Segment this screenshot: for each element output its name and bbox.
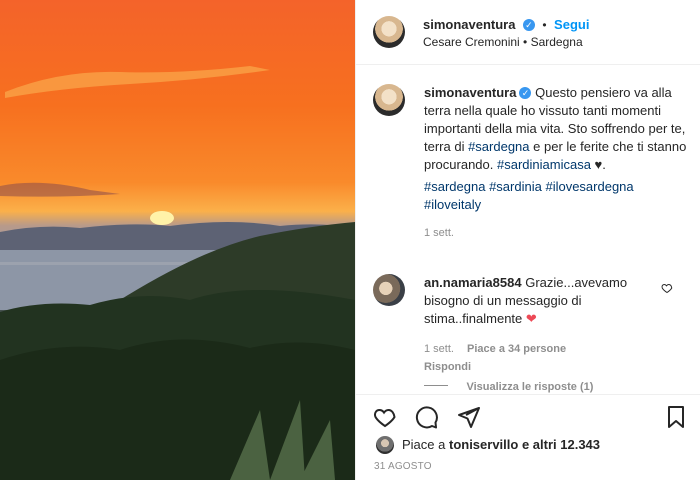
- liker-avatar[interactable]: [376, 436, 394, 454]
- author-username[interactable]: simonaventura: [423, 17, 515, 32]
- post-caption: simonaventura ✓ Questo pensiero va alla t…: [424, 84, 689, 242]
- author-line: simonaventura ✓ • Segui: [423, 16, 589, 34]
- comment-username[interactable]: an.namaria8584: [424, 275, 522, 290]
- verified-badge-icon: ✓: [519, 87, 532, 99]
- likes-user[interactable]: toniservillo: [449, 437, 518, 452]
- follow-button[interactable]: Segui: [554, 17, 589, 32]
- replies-line: [424, 385, 448, 387]
- share-icon[interactable]: [456, 405, 482, 429]
- post-location[interactable]: Cesare Cremonini • Sardegna: [423, 35, 583, 49]
- follow-separator: •: [542, 18, 547, 32]
- caption-hashtags: #sardegna #sardinia #ilovesardegna #ilov…: [424, 178, 689, 214]
- post-side-panel: simonaventura ✓ • Segui Cesare Cremonini…: [355, 0, 700, 480]
- author-avatar[interactable]: [373, 16, 405, 48]
- post-photo[interactable]: [0, 0, 355, 480]
- reply-button[interactable]: Rispondi: [424, 358, 664, 376]
- bookmark-icon[interactable]: [664, 405, 688, 429]
- post-date[interactable]: 31 AGOSTO: [374, 461, 432, 472]
- hashtag-link[interactable]: #sardiniamicasa: [497, 157, 591, 172]
- hashtag-link[interactable]: #sardinia: [489, 179, 542, 194]
- post-header: simonaventura ✓ • Segui Cesare Cremonini…: [356, 0, 700, 65]
- caption-username[interactable]: simonaventura: [424, 85, 516, 100]
- view-replies-label[interactable]: Visualizza le risposte (1): [466, 381, 593, 393]
- likes-prefix: Piace a: [402, 437, 449, 452]
- heart-icon[interactable]: [372, 405, 398, 429]
- red-heart-emoji: ❤: [525, 311, 537, 326]
- sunset-scene: [0, 66, 355, 480]
- instagram-post: simonaventura ✓ • Segui Cesare Cremonini…: [0, 0, 700, 480]
- verified-badge-icon: ✓: [522, 19, 535, 31]
- likes-summary[interactable]: Piace a toniservillo e altri 12.343: [402, 437, 600, 452]
- hashtag-link[interactable]: #ilovesardegna: [545, 179, 633, 194]
- comment-meta: 1 sett. Piace a 34 persone Rispondi: [424, 340, 664, 376]
- hashtag-link[interactable]: #sardegna: [468, 139, 529, 154]
- hashtag-link[interactable]: #iloveitaly: [424, 197, 481, 212]
- comment: an.namaria8584 Grazie...avevamo bisogno …: [424, 274, 664, 376]
- caption-heart: ♥.: [590, 157, 606, 172]
- likes-suffix[interactable]: e altri 12.343: [518, 437, 600, 452]
- commenter-avatar[interactable]: [373, 274, 405, 306]
- comment-icon[interactable]: [414, 405, 440, 429]
- comment-likes[interactable]: Piace a 34 persone: [467, 343, 566, 355]
- comment-time[interactable]: 1 sett.: [424, 343, 454, 355]
- comment-like-heart-icon[interactable]: [661, 282, 673, 294]
- hashtag-link[interactable]: #sardegna: [424, 179, 485, 194]
- caption-time[interactable]: 1 sett.: [424, 224, 689, 242]
- view-replies[interactable]: Visualizza le risposte (1): [424, 377, 593, 395]
- caption-author-avatar[interactable]: [373, 84, 405, 116]
